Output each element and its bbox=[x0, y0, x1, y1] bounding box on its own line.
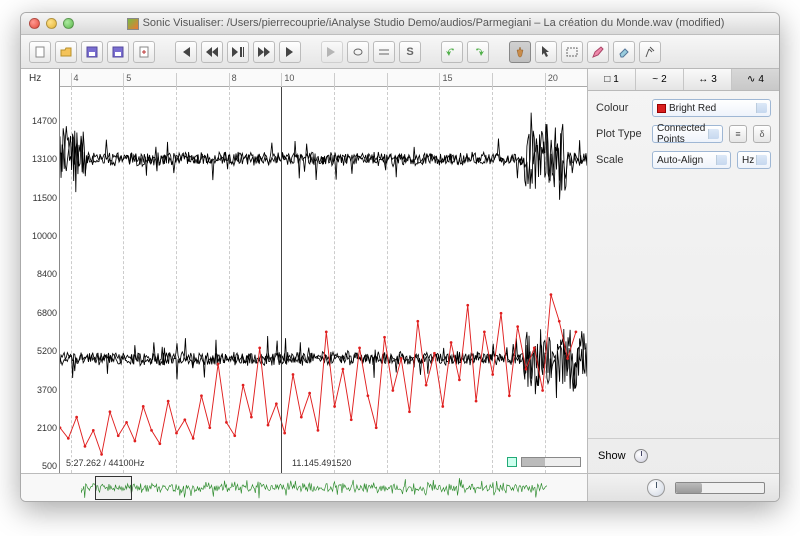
goto-end-button[interactable] bbox=[279, 41, 301, 63]
playback-speed-scrollbar[interactable] bbox=[675, 482, 765, 494]
tab-icon: ↔ bbox=[698, 74, 708, 85]
show-dial[interactable] bbox=[634, 449, 648, 463]
tab-label: 3 bbox=[711, 74, 717, 85]
plottype-label: Plot Type bbox=[596, 128, 646, 140]
saveas-button[interactable] bbox=[107, 41, 129, 63]
app-window: Sonic Visualiser: /Users/pierrecouprie/i… bbox=[20, 12, 780, 502]
scale-unit-select[interactable]: Hz▾ bbox=[737, 151, 771, 169]
time-tick bbox=[492, 73, 495, 87]
playback-gain-knob[interactable] bbox=[647, 479, 665, 497]
time-tick bbox=[176, 73, 179, 87]
titlebar: Sonic Visualiser: /Users/pierrecouprie/i… bbox=[21, 13, 779, 35]
y-tick-label: 3700 bbox=[37, 385, 57, 395]
undo-button[interactable] bbox=[441, 41, 463, 63]
overview-window-box[interactable] bbox=[95, 476, 132, 500]
export-button[interactable] bbox=[133, 41, 155, 63]
time-tick bbox=[334, 73, 337, 87]
scale-select[interactable]: Auto-Align▾ bbox=[652, 151, 731, 169]
pointer-tool-button[interactable] bbox=[535, 41, 557, 63]
horizontal-zoom-scrollbar[interactable] bbox=[521, 457, 581, 467]
solo-button[interactable]: S bbox=[399, 41, 421, 63]
plot-canvas[interactable]: 4 5 8 10 15 20 5:27.262 / 44100Hz 11.145.4915… bbox=[59, 69, 587, 473]
time-tick: 20 bbox=[545, 73, 558, 87]
zoom-icon[interactable] bbox=[63, 18, 74, 29]
toolbar: S bbox=[21, 35, 779, 69]
y-tick-label: 2100 bbox=[37, 423, 57, 433]
y-tick-label: 14700 bbox=[32, 116, 57, 126]
record-button[interactable] bbox=[321, 41, 343, 63]
time-tick: 5 bbox=[123, 73, 131, 87]
y-axis-unit: Hz bbox=[29, 73, 41, 84]
plottype-select[interactable]: Connected Points▾ bbox=[652, 125, 723, 143]
window-title: Sonic Visualiser: /Users/pierrecouprie/i… bbox=[80, 17, 771, 29]
rewind-button[interactable] bbox=[201, 41, 223, 63]
tab-label: 1 bbox=[613, 74, 619, 85]
plottype-extra1-button[interactable]: ≡ bbox=[729, 125, 747, 143]
layer-tab-3[interactable]: ↔3 bbox=[684, 69, 732, 90]
app-icon bbox=[127, 18, 139, 30]
y-tick-label: 500 bbox=[42, 461, 57, 471]
time-tick bbox=[387, 73, 390, 87]
content-area: Hz 14700 13100 11500 10000 8400 6800 5200 3700 2… bbox=[21, 69, 779, 501]
time-tick: 4 bbox=[71, 73, 79, 87]
y-tick-label: 11500 bbox=[33, 193, 57, 203]
overview-track[interactable] bbox=[81, 477, 547, 499]
colour-swatch-icon bbox=[657, 104, 666, 113]
time-tick: 10 bbox=[281, 73, 294, 87]
time-tick: 8 bbox=[229, 73, 237, 87]
erase-tool-button[interactable] bbox=[613, 41, 635, 63]
selectrange-tool-button[interactable] bbox=[561, 41, 583, 63]
show-row: Show bbox=[588, 438, 779, 473]
goto-start-button[interactable] bbox=[175, 41, 197, 63]
pan-tool-button[interactable] bbox=[509, 41, 531, 63]
scale-label: Scale bbox=[596, 154, 646, 166]
tab-icon: ~ bbox=[652, 74, 658, 85]
colour-select[interactable]: Bright Red▾ bbox=[652, 99, 771, 117]
redo-button[interactable] bbox=[467, 41, 489, 63]
zoom-indicator-icon[interactable] bbox=[507, 457, 517, 467]
minimize-icon[interactable] bbox=[46, 18, 57, 29]
properties-panel: □1~2↔3∿4 Colour Bright Red▾ Plot Type Co… bbox=[587, 69, 779, 501]
tab-icon: □ bbox=[604, 74, 610, 85]
main-pane: Hz 14700 13100 11500 10000 8400 6800 5200 3700 2… bbox=[21, 69, 587, 501]
open-button[interactable] bbox=[55, 41, 77, 63]
time-tick: 15 bbox=[439, 73, 452, 87]
y-tick-label: 6800 bbox=[37, 308, 57, 318]
save-button[interactable] bbox=[81, 41, 103, 63]
layer-tab-2[interactable]: ~2 bbox=[636, 69, 684, 90]
chart-area[interactable]: Hz 14700 13100 11500 10000 8400 6800 5200 3700 2… bbox=[21, 69, 587, 473]
y-axis: Hz 14700 13100 11500 10000 8400 6800 5200 3700 2… bbox=[21, 69, 59, 473]
select-button[interactable] bbox=[373, 41, 395, 63]
y-tick-label: 13100 bbox=[32, 154, 57, 164]
y-tick-label: 10000 bbox=[32, 231, 57, 241]
time-ruler[interactable]: 4 5 8 10 15 20 bbox=[60, 69, 587, 87]
close-icon[interactable] bbox=[29, 18, 40, 29]
measure-tool-button[interactable] bbox=[639, 41, 661, 63]
fastforward-button[interactable] bbox=[253, 41, 275, 63]
show-label: Show bbox=[598, 450, 626, 462]
new-button[interactable] bbox=[29, 41, 51, 63]
layer-tabs: □1~2↔3∿4 bbox=[588, 69, 779, 91]
plottype-extra2-button[interactable]: δ bbox=[753, 125, 771, 143]
overview-pane[interactable] bbox=[21, 473, 587, 501]
playhead[interactable] bbox=[281, 87, 282, 473]
y-tick-label: 8400 bbox=[37, 269, 57, 279]
tab-icon: ∿ bbox=[747, 74, 755, 85]
tab-label: 4 bbox=[758, 74, 764, 85]
tab-label: 2 bbox=[661, 74, 667, 85]
draw-tool-button[interactable] bbox=[587, 41, 609, 63]
colour-label: Colour bbox=[596, 102, 646, 114]
playpause-button[interactable] bbox=[227, 41, 249, 63]
status-left: 5:27.262 / 44100Hz bbox=[64, 457, 147, 469]
y-tick-label: 5200 bbox=[37, 346, 57, 356]
footer-controls bbox=[588, 473, 779, 501]
layer-tab-1[interactable]: □1 bbox=[588, 69, 636, 90]
layer-tab-4[interactable]: ∿4 bbox=[732, 69, 779, 90]
loop-button[interactable] bbox=[347, 41, 369, 63]
status-center: 11.145.491520 bbox=[290, 457, 353, 469]
